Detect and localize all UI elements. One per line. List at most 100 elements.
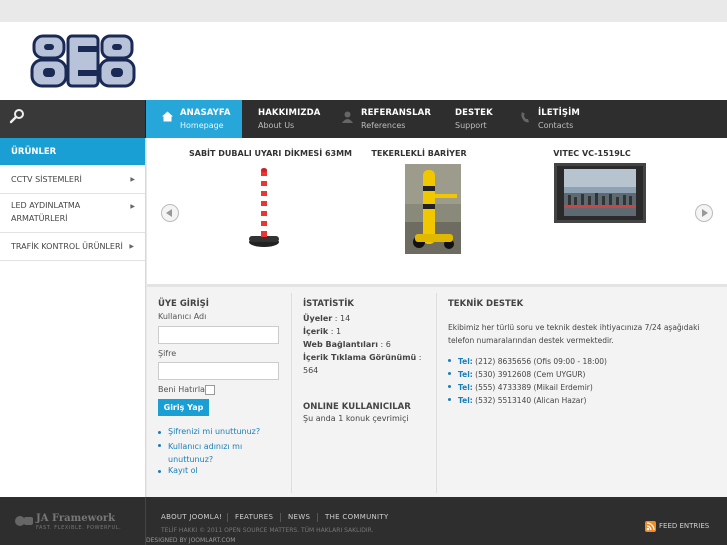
list-item: Kayıt ol xyxy=(158,466,291,479)
stat-label: Web Bağlantıları xyxy=(303,340,378,349)
support-text: telefon numaralarından destek vermektedi… xyxy=(448,336,614,345)
divider xyxy=(280,513,281,522)
forgot-username-link[interactable]: unuttunuz? xyxy=(168,453,291,466)
nav-home-title: ANASAYFA xyxy=(180,108,231,118)
home-icon xyxy=(162,111,173,122)
product-image-bollard[interactable] xyxy=(246,166,282,250)
stats-module: İSTATİSTİK Üyeler : 14 İçerik : 1 Web Ba… xyxy=(303,287,431,497)
forgot-password-link[interactable]: Şifrenizi mi unuttunuz? xyxy=(168,427,260,436)
stat-value: 564 xyxy=(303,366,319,375)
sidebar-item-led[interactable]: LED AYDINLATMA ARMATÜRLERİ ▶ xyxy=(0,194,145,233)
carousel-prev-button[interactable] xyxy=(161,204,179,222)
support-text: Ekibimiz her türlü soru ve teknik destek… xyxy=(448,323,700,332)
stat-label: İçerik Tıklama Görünümü xyxy=(303,353,417,362)
stat-value: : 14 xyxy=(334,314,351,323)
phone-label: Tel: xyxy=(458,357,473,366)
phone-value: (530) 3912608 (Cem UYGUR) xyxy=(475,370,586,379)
footer-link-news[interactable]: NEWS xyxy=(288,513,310,521)
nav-home-sub: Homepage xyxy=(180,121,224,130)
nav-contact-title: İLETİŞİM xyxy=(538,108,580,118)
footer-link-features[interactable]: FEATURES xyxy=(235,513,273,521)
footer-copyright: TELİF HAKKI © 2011 OPEN SOURCE MATTERS. … xyxy=(161,527,374,534)
stat-label: İçerik xyxy=(303,327,329,336)
list-item: Kullanıcı adınızı mı unuttunuz? xyxy=(158,440,291,466)
username-label: Kullanıcı Adı xyxy=(158,312,207,321)
login-module: ÜYE GİRİŞİ Kullanıcı Adı Şifre Beni Hatı… xyxy=(158,287,291,497)
footer-brand: JA Framework xyxy=(36,513,116,524)
footer-tagline: FAST. FLEXIBLE. POWERFUL. xyxy=(36,525,122,531)
register-link[interactable]: Kayıt ol xyxy=(168,466,198,475)
divider xyxy=(317,513,318,522)
chevron-right-icon: ▶ xyxy=(130,203,135,210)
sidebar-item-traffic[interactable]: TRAFİK KONTROL ÜRÜNLERİ ▶ xyxy=(0,233,145,261)
phone-list-item: Tel: (532) 5513140 (Alican Hazar) xyxy=(448,394,723,407)
stat-value: : 6 xyxy=(380,340,391,349)
stat-label: Üyeler xyxy=(303,314,333,323)
nav-item-contact[interactable]: İLETİŞİM Contacts xyxy=(500,100,590,138)
search-toggle[interactable] xyxy=(0,100,146,138)
chevron-right-icon xyxy=(702,209,708,217)
carousel-item-title[interactable]: SABİT DUBALI UYARI DİKMESİ 63MM xyxy=(189,149,352,158)
password-label: Şifre xyxy=(158,349,177,358)
carousel-next-button[interactable] xyxy=(695,204,713,222)
nav-item-about[interactable]: HAKKIMIZDA About Us xyxy=(242,100,322,138)
stats-title: İSTATİSTİK xyxy=(303,299,354,309)
carousel-item-title[interactable]: TEKERLEKLİ BARİYER xyxy=(369,149,469,158)
chevron-right-icon: ▶ xyxy=(130,176,135,183)
nav-about-sub: About Us xyxy=(258,121,295,130)
rss-icon[interactable] xyxy=(645,521,656,532)
sidebar-item-label: TRAFİK KONTROL ÜRÜNLERİ xyxy=(11,242,123,251)
stat-value: : xyxy=(418,353,422,362)
product-image-monitor[interactable] xyxy=(554,163,646,223)
feed-entries-link[interactable]: FEED ENTRIES xyxy=(659,522,709,530)
sidebar: ÜRÜNLER CCTV SİSTEMLERİ ▶ LED AYDINLATMA… xyxy=(0,138,146,497)
phone-list-item: Tel: (530) 3912608 (Cem UYGUR) xyxy=(448,368,723,381)
phone-list-item: Tel: (555) 4733389 (Mikail Erdemir) xyxy=(448,381,723,394)
sidebar-item-cctv[interactable]: CCTV SİSTEMLERİ ▶ xyxy=(0,165,145,194)
remember-checkbox[interactable] xyxy=(205,385,215,395)
sidebar-title: ÜRÜNLER xyxy=(0,138,145,165)
phone-list-item: Tel: (212) 8635656 (Ofis 09:00 - 18:00) xyxy=(448,355,723,368)
nav-references-title: REFERANSLAR xyxy=(361,108,431,118)
remember-label: Beni Hatırla xyxy=(158,385,205,394)
online-text: Şu anda 1 konuk çevrimiçi xyxy=(303,414,409,423)
footer-link-community[interactable]: THE COMMUNITY xyxy=(325,513,389,521)
login-title: ÜYE GİRİŞİ xyxy=(158,299,209,309)
product-image-barrier[interactable] xyxy=(405,164,461,254)
site-logo[interactable] xyxy=(30,30,136,92)
sidebar-item-label: ARMATÜRLERİ xyxy=(11,214,68,223)
login-button[interactable]: Giriş Yap xyxy=(158,399,209,416)
phone-label: Tel: xyxy=(458,383,473,392)
phone-value: (532) 5513140 (Alican Hazar) xyxy=(475,396,587,405)
nav-support-title: DESTEK xyxy=(455,108,493,118)
site-footer: JA Framework FAST. FLEXIBLE. POWERFUL. A… xyxy=(0,497,727,545)
username-input[interactable] xyxy=(158,326,279,344)
divider xyxy=(227,513,228,522)
support-title: TEKNİK DESTEK xyxy=(448,299,524,309)
phone-icon xyxy=(521,112,529,123)
footer-designed-by[interactable]: DESIGNED BY JOOMLART.COM xyxy=(146,537,235,544)
carousel-item-title[interactable]: VITEC VC-1519LC xyxy=(542,149,642,158)
nav-item-support[interactable]: DESTEK Support xyxy=(438,100,500,138)
support-module: TEKNİK DESTEK Ekibimiz her türlü soru ve… xyxy=(448,287,723,497)
forgot-username-link[interactable]: Kullanıcı adınızı mı xyxy=(168,440,291,453)
main-nav: ANASAYFA Homepage HAKKIMIZDA About Us RE… xyxy=(0,100,727,138)
product-carousel: SABİT DUBALI UYARI DİKMESİ 63MM TEKERLEK… xyxy=(147,138,727,284)
list-item: Şifrenizi mi unuttunuz? xyxy=(158,427,291,440)
nav-item-home[interactable]: ANASAYFA Homepage xyxy=(146,100,242,138)
search-icon[interactable] xyxy=(9,108,25,124)
bottom-modules: ÜYE GİRİŞİ Kullanıcı Adı Şifre Beni Hatı… xyxy=(147,284,727,497)
sidebar-item-label: CCTV SİSTEMLERİ xyxy=(11,175,82,184)
phone-value: (212) 8635656 (Ofis 09:00 - 18:00) xyxy=(475,357,607,366)
footer-link-about[interactable]: ABOUT JOOMLA! xyxy=(161,513,222,521)
stat-value: : 1 xyxy=(330,327,342,336)
divider xyxy=(436,293,437,493)
phone-label: Tel: xyxy=(458,370,473,379)
nav-support-sub: Support xyxy=(455,121,487,130)
password-input[interactable] xyxy=(158,362,279,380)
sidebar-item-label: LED AYDINLATMA xyxy=(11,201,81,210)
user-icon xyxy=(342,111,353,123)
phone-value: (555) 4733389 (Mikail Erdemir) xyxy=(475,383,593,392)
chevron-left-icon xyxy=(166,209,172,217)
nav-item-references[interactable]: REFERANSLAR References xyxy=(322,100,438,138)
